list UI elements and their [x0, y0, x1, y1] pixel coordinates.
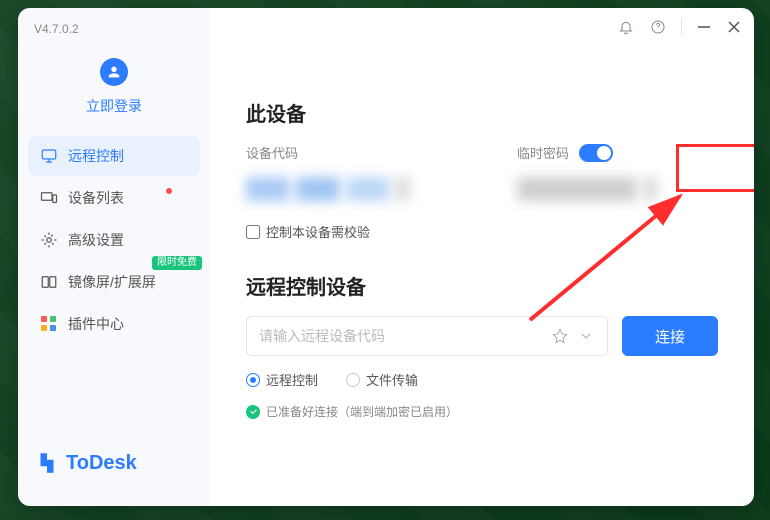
verify-checkbox[interactable] — [246, 225, 260, 239]
version-label: V4.7.0.2 — [18, 22, 210, 50]
nav-label: 插件中心 — [68, 314, 124, 334]
shield-check-icon — [246, 405, 260, 419]
device-code-blurred — [246, 172, 447, 206]
settings-icon — [40, 231, 58, 249]
bell-icon[interactable] — [617, 18, 635, 36]
nav-label: 高级设置 — [68, 230, 124, 250]
minimize-button[interactable] — [696, 19, 712, 35]
mode-radio-row: 远程控制 文件传输 — [246, 370, 718, 389]
code-input-wrap[interactable] — [246, 316, 608, 356]
radio-label: 文件传输 — [366, 370, 418, 389]
nav-label: 镜像屏/扩展屏 — [68, 272, 156, 292]
radio-dot-checked — [246, 373, 260, 387]
connect-input-row: 连接 — [246, 316, 718, 356]
chevron-down-icon[interactable] — [577, 327, 595, 345]
temp-password-label: 临时密码 — [517, 143, 569, 162]
main-content: 此设备 设备代码 控制本设备需校验 临时密码 — [210, 8, 754, 506]
connect-button[interactable]: 连接 — [622, 316, 718, 356]
verify-checkbox-label: 控制本设备需校验 — [266, 222, 370, 241]
free-badge: 限时免费 — [152, 256, 202, 270]
device-info-row: 设备代码 控制本设备需校验 临时密码 — [246, 143, 718, 241]
mirror-icon — [40, 273, 58, 291]
remote-control-title: 远程控制设备 — [246, 271, 718, 300]
radio-dot — [346, 373, 360, 387]
temp-password-toggle[interactable] — [579, 144, 613, 162]
nav-mirror-screen[interactable]: 镜像屏/扩展屏 限时免费 — [28, 262, 200, 302]
connection-status: 已准备好连接（端到端加密已启用） — [246, 403, 718, 420]
nav-advanced-settings[interactable]: 高级设置 — [28, 220, 200, 260]
close-button[interactable] — [726, 19, 742, 35]
plugin-icon — [40, 315, 58, 333]
nav-plugin-center[interactable]: 插件中心 — [28, 304, 200, 344]
star-icon[interactable] — [551, 327, 569, 345]
login-link[interactable]: 立即登录 — [86, 96, 142, 116]
brand-logo: ToDesk — [18, 450, 210, 506]
divider — [681, 18, 682, 36]
profile-section: 立即登录 — [18, 50, 210, 136]
notification-dot — [166, 188, 172, 194]
app-window: V4.7.0.2 立即登录 远程控制 设备列表 — [18, 8, 754, 506]
status-text: 已准备好连接（端到端加密已启用） — [266, 403, 458, 420]
radio-file-transfer[interactable]: 文件传输 — [346, 370, 418, 389]
remote-code-input[interactable] — [259, 328, 543, 344]
nav-label: 设备列表 — [68, 188, 124, 208]
sidebar-nav: 远程控制 设备列表 高级设置 镜像屏/扩展屏 限时免费 — [18, 136, 210, 344]
radio-label: 远程控制 — [266, 370, 318, 389]
this-device-title: 此设备 — [246, 98, 718, 127]
nav-device-list[interactable]: 设备列表 — [28, 178, 200, 218]
titlebar — [617, 18, 742, 36]
device-code-label: 设备代码 — [246, 143, 447, 162]
brand-text: ToDesk — [66, 452, 137, 475]
avatar-icon[interactable] — [100, 58, 128, 86]
device-code-column: 设备代码 控制本设备需校验 — [246, 143, 447, 241]
radio-remote-control[interactable]: 远程控制 — [246, 370, 318, 389]
sidebar: V4.7.0.2 立即登录 远程控制 设备列表 — [18, 8, 210, 506]
nav-label: 远程控制 — [68, 146, 124, 166]
monitor-icon — [40, 147, 58, 165]
devices-icon — [40, 189, 58, 207]
help-icon[interactable] — [649, 18, 667, 36]
annotation-box — [676, 144, 754, 192]
verify-checkbox-row[interactable]: 控制本设备需校验 — [246, 222, 447, 241]
nav-remote-control[interactable]: 远程控制 — [28, 136, 200, 176]
